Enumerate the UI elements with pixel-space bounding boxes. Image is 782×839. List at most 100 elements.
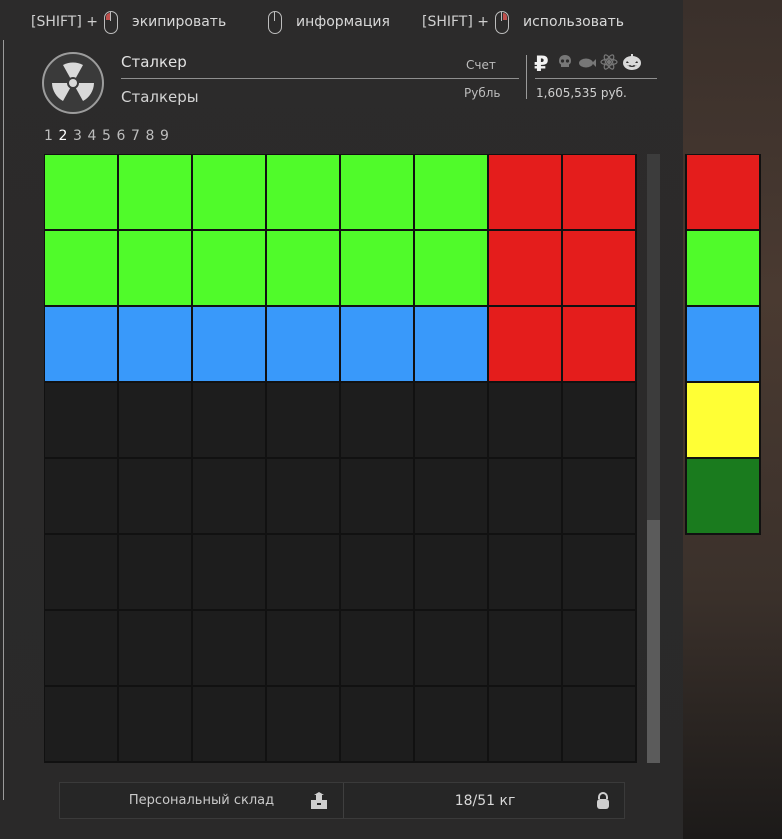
scrollbar-thumb[interactable] [647, 520, 660, 763]
side-slot-red[interactable] [687, 155, 759, 229]
inventory-item-green[interactable] [341, 231, 413, 305]
inventory-item-green[interactable] [267, 231, 339, 305]
inventory-item-blue[interactable] [341, 307, 413, 381]
inventory-item-green[interactable] [119, 155, 191, 229]
inventory-slot-empty[interactable] [119, 687, 191, 761]
page-tab-9[interactable]: 9 [160, 128, 175, 144]
hint-shift-label: [SHIFT] + [422, 14, 490, 30]
inventory-slot-empty[interactable] [489, 459, 561, 533]
inventory-item-blue[interactable] [119, 307, 191, 381]
inventory-slot-empty[interactable] [45, 687, 117, 761]
inventory-slot-empty[interactable] [415, 459, 487, 533]
inventory-slot-empty[interactable] [341, 383, 413, 457]
inventory-slot-empty[interactable] [193, 459, 265, 533]
inventory-slot-empty[interactable] [193, 611, 265, 685]
inventory-slot-empty[interactable] [119, 383, 191, 457]
inventory-slot-empty[interactable] [119, 459, 191, 533]
inventory-slot-empty[interactable] [267, 459, 339, 533]
inventory-item-blue[interactable] [267, 307, 339, 381]
side-slot-dark_green[interactable] [687, 459, 759, 533]
inventory-item-red[interactable] [563, 307, 635, 381]
page-tab-2[interactable]: 2 [59, 128, 74, 144]
fish-icon[interactable] [578, 55, 596, 74]
inventory-item-green[interactable] [45, 155, 117, 229]
inventory-slot-empty[interactable] [341, 535, 413, 609]
radiation-icon [42, 52, 104, 114]
page-tab-7[interactable]: 7 [131, 128, 146, 144]
inventory-slot-empty[interactable] [489, 383, 561, 457]
mouse-left-click-icon [104, 10, 119, 34]
hint-equip: [SHIFT] + экипировать [31, 9, 226, 35]
inventory-slot-empty[interactable] [341, 687, 413, 761]
inventory-grid [44, 154, 637, 763]
hint-shift-label: [SHIFT] + [31, 14, 99, 30]
hint-use: [SHIFT] + использовать [422, 9, 624, 35]
page-tab-1[interactable]: 1 [44, 128, 59, 144]
page-tab-8[interactable]: 8 [146, 128, 161, 144]
stash-box-icon[interactable] [309, 792, 329, 810]
inventory-item-green[interactable] [119, 231, 191, 305]
page-tab-5[interactable]: 5 [102, 128, 117, 144]
side-slot-green[interactable] [687, 231, 759, 305]
inventory-slot-empty[interactable] [45, 459, 117, 533]
inventory-slot-empty[interactable] [415, 383, 487, 457]
hint-equip-label: экипировать [132, 14, 227, 30]
inventory-item-blue[interactable] [45, 307, 117, 381]
inventory-item-green[interactable] [267, 155, 339, 229]
currency-selector: ₽ [534, 52, 641, 76]
inventory-slot-empty[interactable] [45, 535, 117, 609]
inventory-slot-empty[interactable] [341, 459, 413, 533]
atom-icon[interactable] [600, 53, 618, 75]
inventory-slot-empty[interactable] [267, 383, 339, 457]
inventory-item-red[interactable] [489, 307, 561, 381]
hint-use-label: использовать [523, 14, 624, 30]
inventory-slot-empty[interactable] [489, 535, 561, 609]
inventory-slot-empty[interactable] [119, 611, 191, 685]
inventory-item-green[interactable] [341, 155, 413, 229]
inventory-item-red[interactable] [563, 155, 635, 229]
inventory-slot-empty[interactable] [45, 611, 117, 685]
inventory-slot-empty[interactable] [119, 535, 191, 609]
inventory-slot-empty[interactable] [563, 383, 635, 457]
inventory-slot-empty[interactable] [45, 383, 117, 457]
ruble-icon[interactable]: ₽ [534, 52, 552, 76]
inventory-item-blue[interactable] [193, 307, 265, 381]
player-name: Сталкер [121, 53, 187, 71]
inventory-slot-empty[interactable] [193, 383, 265, 457]
page-tab-6[interactable]: 6 [117, 128, 132, 144]
inventory-slot-empty[interactable] [415, 687, 487, 761]
inventory-slot-empty[interactable] [341, 611, 413, 685]
inventory-slot-empty[interactable] [489, 687, 561, 761]
inventory-slot-empty[interactable] [415, 611, 487, 685]
divider [526, 55, 527, 99]
page-tab-3[interactable]: 3 [73, 128, 88, 144]
inventory-slot-empty[interactable] [563, 687, 635, 761]
pumpkin-icon[interactable] [622, 53, 641, 75]
inventory-slot-empty[interactable] [563, 611, 635, 685]
inventory-item-red[interactable] [563, 231, 635, 305]
inventory-slot-empty[interactable] [193, 687, 265, 761]
inventory-slot-empty[interactable] [267, 611, 339, 685]
inventory-slot-empty[interactable] [267, 535, 339, 609]
inventory-slot-empty[interactable] [193, 535, 265, 609]
skull-icon[interactable] [556, 54, 574, 74]
inventory-item-green[interactable] [415, 231, 487, 305]
inventory-item-green[interactable] [45, 231, 117, 305]
inventory-slot-empty[interactable] [489, 611, 561, 685]
inventory-item-blue[interactable] [415, 307, 487, 381]
inventory-item-green[interactable] [415, 155, 487, 229]
inventory-item-red[interactable] [489, 231, 561, 305]
inventory-item-green[interactable] [193, 155, 265, 229]
side-slot-yellow[interactable] [687, 383, 759, 457]
side-slot-blue[interactable] [687, 307, 759, 381]
inventory-slot-empty[interactable] [415, 535, 487, 609]
stash-label[interactable]: Персональный склад [60, 793, 343, 808]
inventory-slot-empty[interactable] [267, 687, 339, 761]
account-label: Счет [466, 58, 496, 72]
inventory-item-green[interactable] [193, 231, 265, 305]
page-tab-4[interactable]: 4 [88, 128, 103, 144]
inventory-slot-empty[interactable] [563, 535, 635, 609]
inventory-slot-empty[interactable] [563, 459, 635, 533]
inventory-item-red[interactable] [489, 155, 561, 229]
kettlebell-icon [597, 792, 609, 809]
